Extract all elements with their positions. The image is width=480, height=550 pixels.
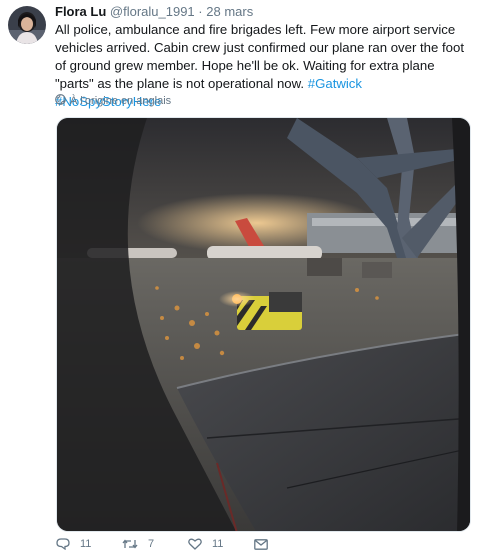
tweet-actions: 11 7 11 (56, 538, 320, 550)
retweet-button[interactable]: 7 (122, 538, 188, 550)
tweet: Flora Lu @floralu_1991 · 28 mars All pol… (0, 0, 480, 550)
direct-message-button[interactable] (254, 538, 320, 550)
tweet-text-main: All police, ambulance and fire brigades … (55, 22, 465, 91)
avatar[interactable] (8, 6, 46, 44)
heart-icon (188, 538, 202, 550)
author-handle[interactable]: @floralu_1991 (110, 4, 195, 19)
tweet-date[interactable]: 28 mars (206, 4, 253, 19)
header-separator: · (198, 4, 203, 19)
reply-icon (56, 538, 70, 550)
globe-icon (55, 94, 66, 108)
reply-button[interactable]: 11 (56, 538, 122, 550)
retweet-icon (122, 538, 138, 550)
author-name[interactable]: Flora Lu (55, 4, 106, 19)
retweet-count: 7 (148, 538, 155, 550)
like-button[interactable]: 11 (188, 538, 254, 550)
airport-photo (57, 118, 470, 531)
reply-count: 11 (80, 538, 92, 550)
like-count: 11 (212, 538, 224, 550)
translation-label: À l'origine en anglais (70, 95, 172, 107)
tweet-header: Flora Lu @floralu_1991 · 28 mars (55, 4, 253, 20)
tweet-photo[interactable] (56, 117, 471, 532)
avatar-image (8, 6, 46, 44)
hashtag-gatwick[interactable]: #Gatwick (308, 76, 362, 91)
envelope-icon (254, 538, 268, 550)
translation-info[interactable]: À l'origine en anglais (55, 94, 171, 108)
